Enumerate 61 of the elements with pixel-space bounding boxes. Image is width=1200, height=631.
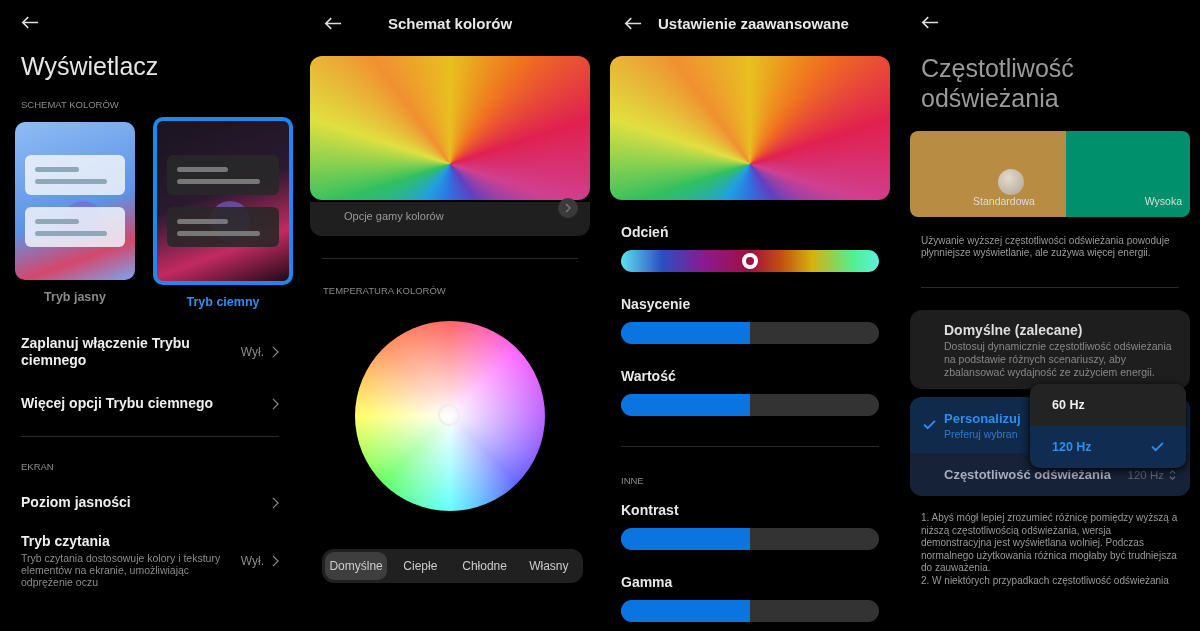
back-arrow-icon[interactable] xyxy=(21,16,39,29)
setting-title[interactable]: Więcej opcji Trybu ciemnego xyxy=(21,395,264,412)
option-title: Personalizuj xyxy=(944,411,1021,426)
slider-label: Wartość xyxy=(621,368,677,384)
slider-thumb[interactable] xyxy=(742,253,758,269)
option-card[interactable]: Domyślne (zalecane) Dostosuj dynamicznie częstotliwość odświeżania na podstawie różnych scenariuszy, aby zbalansować wydajność ze zużyciem energii. xyxy=(910,310,1190,389)
up-down-icon xyxy=(1169,468,1176,481)
section-header: TEMPERATURA KOLORÓW xyxy=(323,285,447,296)
checkmark-icon xyxy=(1151,442,1164,452)
slider-track[interactable] xyxy=(621,528,879,550)
preset-tab[interactable]: Chłodne xyxy=(453,552,516,580)
hue-slider[interactable] xyxy=(621,250,879,272)
section-header: INNE xyxy=(621,475,645,486)
screen-title: Wyświetlacz xyxy=(21,51,160,81)
setting-description: Tryb czytania dostosowuje kolory i tekstury elementów na ekranie, umożliwiając odprężenie oczu xyxy=(21,552,222,588)
checkmark-icon xyxy=(923,420,936,430)
theme-option[interactable]: Tryb ciemny xyxy=(153,122,293,309)
option-description: Dostosuj dynamicznie częstotliwość odświeżania na podstawie różnych scenariuszy, aby zbalansować wydajność ze zużyciem energii. xyxy=(944,340,1173,379)
screen-title: Częstotliwość odświeżania xyxy=(921,53,1075,113)
preview-label: Standardowa xyxy=(973,195,1035,207)
screen-title: Schemat kolorów xyxy=(386,14,514,32)
slider-label: Nasycenie xyxy=(621,296,692,312)
note-text: 2. W niektórych przypadkach częstotliwość odświeżania xyxy=(921,574,1170,587)
dropdown-item[interactable]: 120 Hz xyxy=(1030,426,1186,468)
slider-track[interactable] xyxy=(621,394,879,416)
slider-track[interactable] xyxy=(621,600,879,622)
slider-label: Odcień xyxy=(621,224,670,240)
setting-value: 120 Hz xyxy=(1127,468,1164,481)
ball-icon xyxy=(998,169,1024,195)
setting-title: Częstotliwość odświeżania xyxy=(944,467,1112,482)
preview-label: Wysoka xyxy=(1144,195,1182,207)
description-text: Używanie wyższej częstotliwości odświeżania powoduje płynniejsze wyświetlanie, ale zużywa więcej energii. xyxy=(921,235,1171,259)
slider-label: Kontrast xyxy=(621,502,680,518)
chevron-right-icon xyxy=(272,496,279,509)
back-arrow-icon[interactable] xyxy=(324,16,342,30)
preset-tab[interactable]: Własny xyxy=(517,552,580,580)
setting-title[interactable]: Tryb czytania xyxy=(21,533,233,550)
preset-tab[interactable]: Domyślne xyxy=(325,552,388,580)
setting-title[interactable]: Zaplanuj włączenie Trybu ciemnego xyxy=(21,335,233,369)
back-arrow-icon[interactable] xyxy=(624,16,642,30)
setting-title[interactable]: Poziom jasności xyxy=(21,494,264,511)
card-subtitle: Opcje gamy kolorów xyxy=(344,210,445,222)
back-arrow-icon[interactable] xyxy=(921,16,939,29)
preset-tab[interactable]: Ciepłe xyxy=(389,552,452,580)
section-header: EKRAN xyxy=(21,461,55,472)
chevron-right-icon xyxy=(272,554,279,567)
theme-option[interactable]: Tryb jasny xyxy=(15,122,135,309)
dropdown-item[interactable]: 60 Hz xyxy=(1030,384,1186,426)
option-title: Domyślne (zalecane) xyxy=(944,322,1084,338)
screen-title: Ustawienie zaawansowane xyxy=(658,14,849,32)
option-description: Preferuj wybran xyxy=(944,428,1019,441)
slider-label: Gamma xyxy=(621,574,674,590)
chevron-right-icon xyxy=(558,198,578,218)
wheel-thumb[interactable] xyxy=(438,404,460,426)
note-text: 1. Abyś mógł lepiej zrozumieć różnicę pomiędzy wyższą a niższą częstotliwością odświeżania, wersja demonstracyjna jest wyświetlana wolniej. Podczas normalnego użytkowania różnica mogłaby być trudniejsza do zauważenia. xyxy=(921,512,1179,575)
chevron-right-icon xyxy=(272,346,279,358)
slider-track[interactable] xyxy=(621,322,879,344)
setting-value: Wył. xyxy=(240,345,264,359)
chevron-right-icon xyxy=(272,397,279,410)
setting-value: Wył. xyxy=(240,553,264,568)
section-header: SCHEMAT KOLORÓW xyxy=(21,99,120,110)
